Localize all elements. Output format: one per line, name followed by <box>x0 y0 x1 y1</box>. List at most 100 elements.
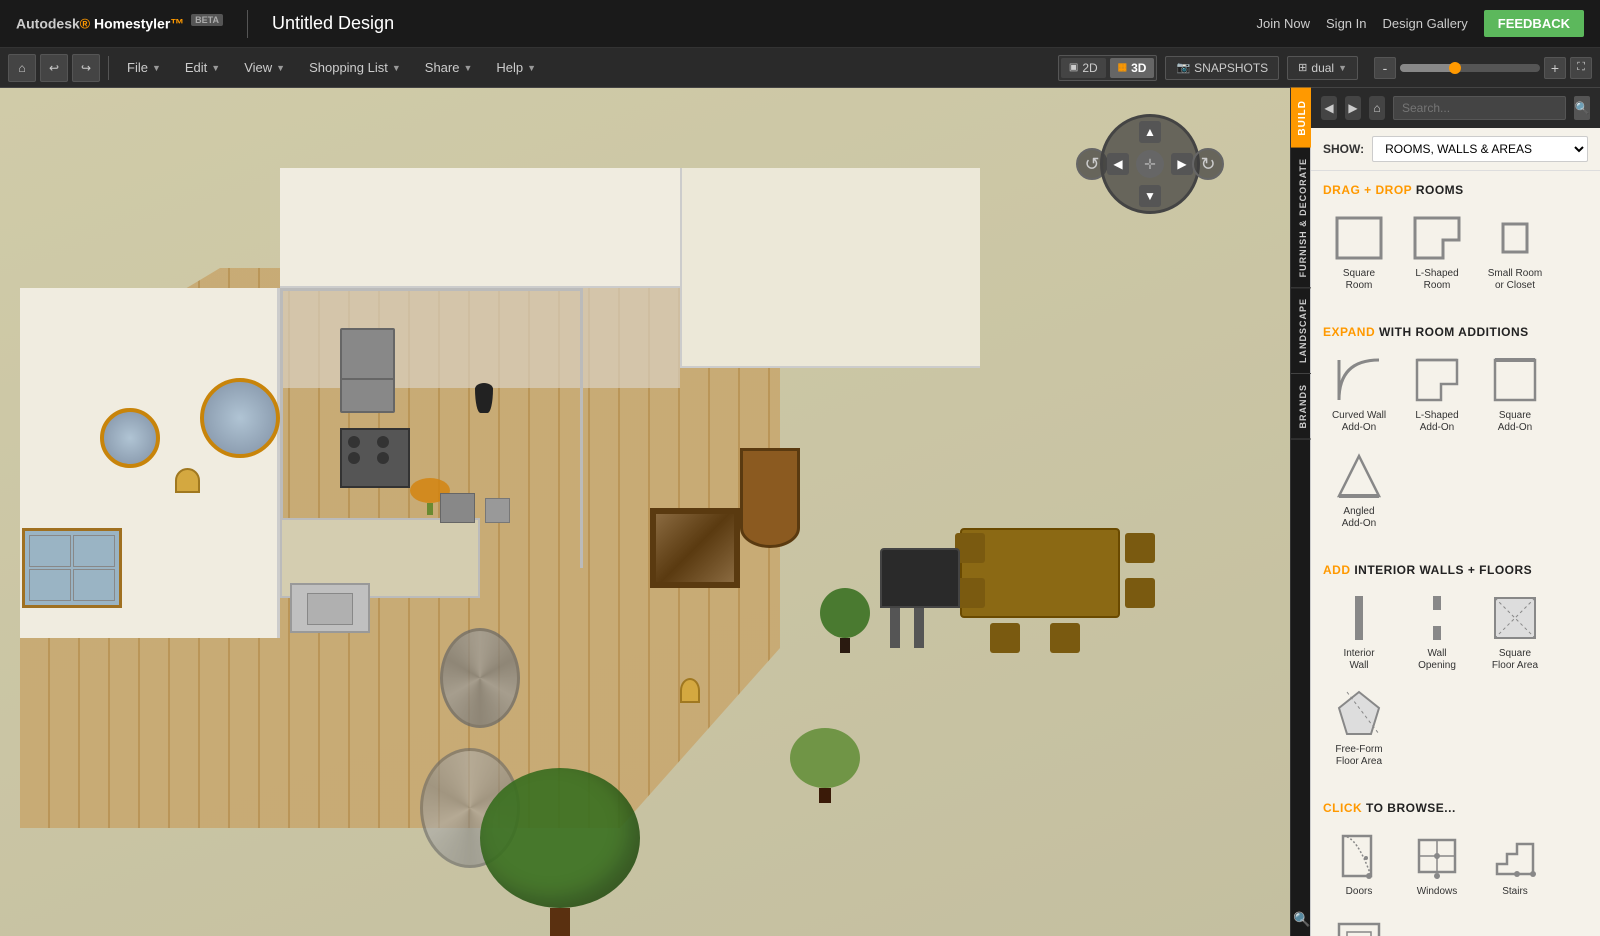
zoom-thumb <box>1449 62 1461 74</box>
doors-browse-item[interactable]: Doors <box>1323 825 1395 903</box>
view-2d-button[interactable]: ▣ 2D <box>1061 58 1106 78</box>
small-room-label: Small Roomor Closet <box>1488 268 1542 292</box>
l-shaped-addon-label: L-ShapedAdd-On <box>1415 410 1458 434</box>
square-addon-label: SquareAdd-On <box>1498 410 1532 434</box>
square-addon-item[interactable]: SquareAdd-On <box>1479 349 1551 439</box>
coffee-maker <box>440 493 475 523</box>
side-tabs: BUILD FURNISH & DECORATE LANDSCAPE BRAND… <box>1290 88 1310 936</box>
menubar-right: ▣ 2D ▦ 3D 📷 SNAPSHOTS ⊞ dual ▼ - + <box>1058 55 1592 81</box>
nav-ring: ▲ ▼ ◀ ▶ ✛ <box>1100 114 1200 214</box>
freeform-floor-icon <box>1331 688 1387 740</box>
landscape-tab[interactable]: LANDSCAPE <box>1291 288 1311 374</box>
design-title: Untitled Design <box>272 13 394 34</box>
windows-browse-item[interactable]: Windows <box>1401 825 1473 903</box>
fullscreen-button[interactable]: ⛶ <box>1570 57 1592 79</box>
zoom-slider[interactable] <box>1400 64 1540 72</box>
doors-icon <box>1331 830 1387 882</box>
panel-home-button[interactable]: ⌂ <box>1369 96 1385 120</box>
build-tab[interactable]: BUILD <box>1291 88 1311 148</box>
l-shaped-room-label: L-ShapedRoom <box>1415 268 1458 292</box>
browse-grid: Doors Windows <box>1323 825 1588 936</box>
panel-search-input[interactable] <box>1393 96 1566 120</box>
zoom-in-button[interactable]: + <box>1544 57 1566 79</box>
show-dropdown[interactable]: ROOMS, WALLS & AREAS FURNITURE BOTH <box>1372 136 1588 162</box>
windows-label: Windows <box>1417 886 1458 898</box>
navigation-control[interactable]: ↺ ▲ ▼ ◀ ▶ ✛ ↻ <box>1090 104 1210 224</box>
shopping-list-menu[interactable]: Shopping List▼ <box>299 56 411 79</box>
canvas-area[interactable]: ↺ ▲ ▼ ◀ ▶ ✛ ↻ <box>0 88 1290 936</box>
chair-5 <box>990 623 1020 653</box>
feedback-button[interactable]: FEEDBACK <box>1484 10 1584 37</box>
nav-down-button[interactable]: ▼ <box>1139 185 1161 207</box>
wall-opening-item[interactable]: WallOpening <box>1401 587 1473 677</box>
round-mirror-2 <box>200 378 280 458</box>
view-3d-button[interactable]: ▦ 3D <box>1110 58 1155 78</box>
curved-wall-label: Curved WallAdd-On <box>1332 410 1386 434</box>
interior-highlight: ADD <box>1323 563 1351 577</box>
square-room-item[interactable]: SquareRoom <box>1323 207 1395 297</box>
curved-wall-addon-item[interactable]: Curved WallAdd-On <box>1323 349 1395 439</box>
join-now-link[interactable]: Join Now <box>1257 16 1310 31</box>
help-menu[interactable]: Help▼ <box>486 56 546 79</box>
browse-highlight: CLICK <box>1323 801 1362 815</box>
l-shaped-room-icon <box>1409 212 1465 264</box>
expand-title: EXPAND WITH ROOM ADDITIONS <box>1323 325 1588 339</box>
menu-separator-1 <box>108 56 109 80</box>
wall-lamp <box>175 468 200 493</box>
doors-label: Doors <box>1346 886 1373 898</box>
view-menu[interactable]: View▼ <box>234 56 295 79</box>
chair-3 <box>1125 533 1155 563</box>
expand-rooms-section: EXPAND WITH ROOM ADDITIONS Curved WallAd… <box>1311 313 1600 547</box>
dual-button[interactable]: ⊞ dual ▼ <box>1287 56 1358 80</box>
chair-6 <box>1050 623 1080 653</box>
drag-drop-rooms-grid: SquareRoom L-ShapedRoom <box>1323 207 1588 297</box>
round-mirror-1 <box>100 408 160 468</box>
panel-search-button[interactable]: 🔍 <box>1574 96 1590 120</box>
home-icon-button[interactable]: ⌂ <box>8 54 36 82</box>
panel-forward-button[interactable]: ▶ <box>1345 96 1361 120</box>
back-wall-1 <box>280 168 680 288</box>
snapshots-button[interactable]: 📷 SNAPSHOTS <box>1165 56 1279 80</box>
square-floor-item[interactable]: SquareFloor Area <box>1479 587 1551 677</box>
undo-button[interactable]: ↩ <box>40 54 68 82</box>
angled-addon-item[interactable]: AngledAdd-On <box>1323 445 1395 535</box>
small-room-item[interactable]: Small Roomor Closet <box>1479 207 1551 297</box>
furnish-decorate-tab[interactable]: FURNISH & DECORATE <box>1291 148 1311 288</box>
share-menu[interactable]: Share▼ <box>415 56 483 79</box>
rotate-right-button[interactable]: ↻ <box>1192 148 1224 180</box>
angled-addon-label: AngledAdd-On <box>1342 506 1376 530</box>
l-shaped-addon-item[interactable]: L-ShapedAdd-On <box>1401 349 1473 439</box>
drag-drop-highlight: DRAG + DROP <box>1323 183 1412 197</box>
logo-area: Autodesk® Homestyler™ BETA Untitled Desi… <box>16 10 394 38</box>
topbar: Autodesk® Homestyler™ BETA Untitled Desi… <box>0 0 1600 48</box>
sign-in-link[interactable]: Sign In <box>1326 16 1366 31</box>
stairs-browse-item[interactable]: Stairs <box>1479 825 1551 903</box>
nav-left-button[interactable]: ◀ <box>1107 153 1129 175</box>
stairs-icon <box>1487 830 1543 882</box>
expand-highlight: EXPAND <box>1323 325 1375 339</box>
topbar-right: Join Now Sign In Design Gallery FEEDBACK <box>1257 10 1584 37</box>
file-menu[interactable]: File▼ <box>117 56 171 79</box>
nav-up-button[interactable]: ▲ <box>1139 121 1161 143</box>
curved-wall-icon <box>1331 354 1387 406</box>
drag-drop-normal: ROOMS <box>1416 183 1464 197</box>
interior-wall-item[interactable]: InteriorWall <box>1323 587 1395 677</box>
small-room-icon <box>1487 212 1543 264</box>
wall-opening-icon <box>1409 592 1465 644</box>
divider-wall-2 <box>580 288 583 568</box>
design-gallery-link[interactable]: Design Gallery <box>1383 16 1468 31</box>
fireplaces-browse-item[interactable]: Fireplaces <box>1323 909 1395 936</box>
redo-button[interactable]: ↪ <box>72 54 100 82</box>
panel-search-icon[interactable]: 🔍 <box>1291 903 1310 936</box>
freeform-floor-item[interactable]: Free-FormFloor Area <box>1323 683 1395 773</box>
window-left <box>22 528 122 608</box>
stove <box>340 428 410 488</box>
edit-menu[interactable]: Edit▼ <box>175 56 230 79</box>
zoom-out-button[interactable]: - <box>1374 57 1396 79</box>
brands-tab[interactable]: BRANDS <box>1291 374 1311 440</box>
l-shaped-room-item[interactable]: L-ShapedRoom <box>1401 207 1473 297</box>
panel-back-button[interactable]: ◀ <box>1321 96 1337 120</box>
nav-right-button[interactable]: ▶ <box>1171 153 1193 175</box>
plant-small <box>790 728 860 798</box>
browse-section: CLICK TO BROWSE... Doors <box>1311 789 1600 936</box>
